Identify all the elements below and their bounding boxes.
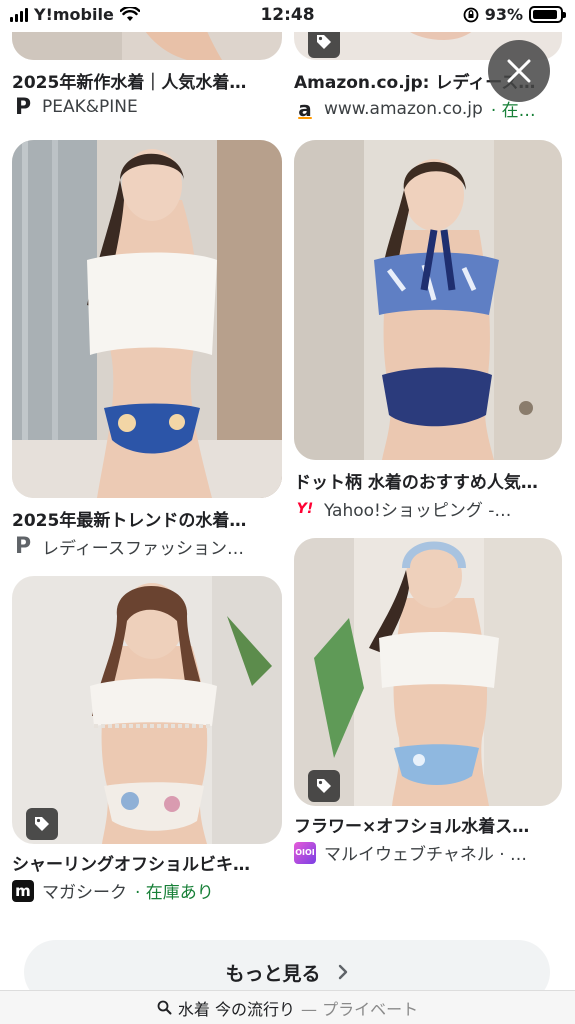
source-name: マガシーク — [42, 883, 127, 903]
result-title[interactable]: シャーリングオフショルビキ… — [12, 850, 284, 875]
availability: · 在庫あり — [135, 883, 214, 903]
battery-icon — [529, 6, 566, 23]
result-source[interactable]: P レディースファッション… — [12, 534, 284, 559]
orientation-lock-icon — [463, 7, 479, 22]
result-title[interactable]: 2025年最新トレンドの水着… — [12, 506, 284, 531]
result-source[interactable]: OIOI マルイウェブチャネル · … — [294, 840, 564, 865]
marui-favicon: OIOI — [294, 841, 316, 864]
result-source[interactable]: P PEAK&PINE — [12, 96, 284, 118]
result-image[interactable] — [294, 538, 562, 806]
amazon-favicon: a — [298, 96, 312, 121]
source-name: マルイウェブチャネル · … — [324, 845, 528, 865]
source-name: www.amazon.co.jp — [324, 98, 483, 119]
shopping-tag-icon — [26, 808, 58, 840]
peak-pine-favicon: P — [14, 96, 32, 118]
close-button[interactable] — [488, 40, 550, 102]
battery-percent: 93% — [484, 5, 523, 24]
peak-pine-favicon: P — [14, 534, 32, 559]
source-name: PEAK&PINE — [42, 97, 138, 117]
more-results-label: もっと見る — [225, 962, 321, 985]
source-name: レディースファッション… — [42, 539, 244, 559]
result-source[interactable]: m マガシーク · 在庫あり — [12, 878, 284, 903]
magaseek-favicon: m — [12, 879, 34, 902]
result-title[interactable]: フラワー×オフショル水着ス… — [294, 812, 562, 837]
yahoo-shopping-favicon: Y! — [296, 500, 314, 517]
search-query: 水着 今の流行り — [177, 999, 295, 1019]
result-source[interactable]: Y! Yahoo!ショッピング -… — [294, 496, 564, 522]
result-title[interactable]: ドット柄 水着のおすすめ人気… — [294, 468, 562, 493]
chevron-right-icon — [338, 964, 347, 980]
result-image[interactable] — [294, 140, 562, 460]
result-image[interactable] — [12, 140, 282, 498]
address-bar[interactable]: 水着 今の流行り — プライベート — [0, 990, 575, 1024]
close-icon — [507, 59, 531, 83]
result-title[interactable]: 2025年新作水着｜人気水着… — [12, 68, 284, 93]
search-icon — [157, 1000, 172, 1015]
result-image[interactable] — [12, 576, 282, 844]
status-bar: Y!mobile 12:48 93% — [0, 0, 575, 32]
shopping-tag-icon — [308, 770, 340, 802]
source-name: Yahoo!ショッピング -… — [324, 501, 512, 521]
private-mode-label: — プライベート — [301, 999, 419, 1019]
